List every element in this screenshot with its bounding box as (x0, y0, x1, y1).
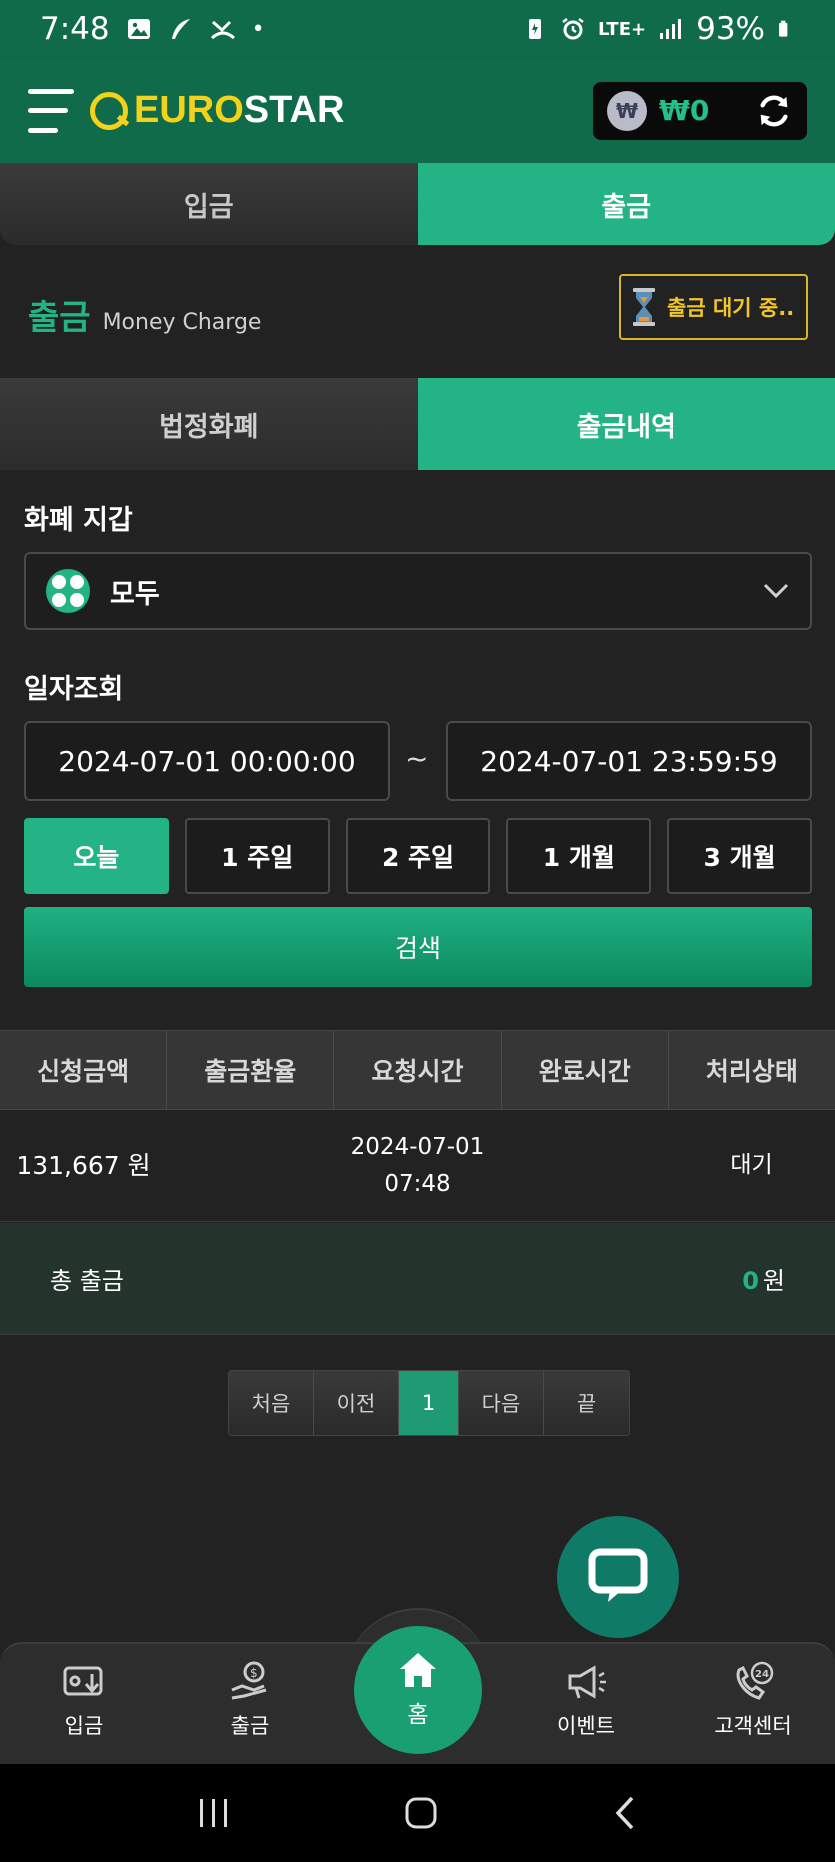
cell-rate (167, 1110, 334, 1221)
tab-deposit[interactable]: 입금 (0, 163, 418, 245)
alarm-icon (562, 18, 584, 40)
period-today-button[interactable]: 오늘 (24, 818, 169, 894)
wallet-balance: ₩ ₩0 (593, 81, 807, 140)
page-next-button[interactable]: 다음 (459, 1371, 544, 1435)
eurostar-logo[interactable]: EURO STAR (90, 89, 344, 132)
cell-request-clock: 07:48 (384, 1170, 451, 1197)
period-1week-button[interactable]: 1 주일 (184, 818, 330, 894)
col-amount: 신청금액 (0, 1031, 168, 1109)
tab-withdraw[interactable]: 출금 (417, 163, 835, 245)
logo-mark-icon (90, 91, 128, 130)
svg-text:24: 24 (755, 1669, 769, 1680)
cell-status: 대기 (730, 1152, 773, 1178)
date-filter-label: 일자조회 (24, 674, 124, 705)
nav-home-label: 홈 (407, 1702, 429, 1728)
total-value: 0원 (742, 1261, 785, 1296)
chevron-down-icon (763, 583, 789, 599)
chat-button[interactable] (557, 1516, 679, 1638)
cell-request-date: 2024-07-01 (350, 1133, 485, 1160)
nav-withdraw[interactable]: $ 출금 (190, 1660, 310, 1740)
deposit-icon (63, 1666, 103, 1696)
page-first-button[interactable]: 처음 (229, 1371, 314, 1435)
nav-support[interactable]: 24 고객센터 (693, 1660, 813, 1740)
wallet-filter-label: 화폐 지갑 (24, 505, 133, 536)
network-type: LTE+ (597, 18, 647, 40)
nav-deposit[interactable]: 입금 (24, 1660, 144, 1740)
tab-fiat[interactable]: 법정화폐 (0, 378, 418, 470)
table-row: 131,667 원 2024-07-01 07:48 대기 (0, 1110, 835, 1222)
period-2week-button[interactable]: 2 주일 (345, 818, 491, 894)
feather-icon (171, 19, 190, 39)
refresh-icon[interactable] (755, 92, 793, 130)
period-3month-button[interactable]: 3 개월 (667, 818, 812, 894)
main-tabs: 입금 출금 (0, 163, 835, 245)
cell-complete-time (501, 1110, 668, 1221)
chat-bubble-icon (588, 1548, 648, 1602)
col-complete-time: 완료시간 (502, 1031, 669, 1109)
wallet-select-value: 모두 (110, 578, 160, 610)
support-24-icon: 24 (736, 1661, 774, 1700)
table-header: 신청금액 출금환율 요청시간 완료시간 처리상태 (0, 1030, 835, 1110)
nav-home[interactable]: 홈 (354, 1626, 482, 1754)
page-subtitle: Money Charge (102, 310, 262, 335)
sub-tabs: 법정화폐 출금내역 (0, 378, 835, 470)
battery-icon (779, 20, 788, 37)
period-buttons: 오늘 1 주일 2 주일 1 개월 3 개월 (24, 818, 812, 894)
gallery-icon (127, 19, 150, 39)
wallet-amount: ₩0 (659, 94, 710, 127)
recent-apps-icon[interactable] (197, 1797, 231, 1829)
nav-withdraw-label: 출금 (230, 1714, 270, 1738)
pagination: 처음 이전 1 다음 끝 (228, 1370, 630, 1436)
page-title-ko: 출금 (28, 298, 91, 338)
signal-icon (660, 19, 682, 39)
page-last-button[interactable]: 끝 (544, 1371, 629, 1435)
won-coin-icon: ₩ (607, 90, 647, 131)
col-request-time: 요청시간 (334, 1031, 502, 1109)
system-nav-bar (0, 1764, 835, 1862)
total-label: 총 출금 (50, 1267, 124, 1295)
withdraw-pending-button[interactable]: 출금 대기 중.. (619, 274, 808, 340)
megaphone-icon (568, 1665, 606, 1699)
svg-text:$: $ (250, 1666, 258, 1680)
start-date-input[interactable]: 2024-07-01 00:00:00 (24, 721, 390, 801)
total-withdraw-row: 총 출금 0원 (0, 1223, 835, 1335)
cell-amount: 131,667 원 (16, 1151, 151, 1180)
grid-dots-icon (46, 569, 90, 613)
page-prev-button[interactable]: 이전 (314, 1371, 399, 1435)
col-status: 처리상태 (705, 1057, 798, 1086)
total-amount: 0 (742, 1267, 759, 1295)
app-header: EURO STAR ₩ ₩0 (0, 58, 835, 163)
nav-event[interactable]: 이벤트 (526, 1660, 646, 1740)
status-time: 7:48 (40, 11, 110, 47)
page-1-button[interactable]: 1 (399, 1371, 459, 1435)
search-button[interactable]: 검색 (24, 907, 812, 987)
cell-request-time: 2024-07-01 07:48 (334, 1110, 501, 1221)
date-separator: ~ (405, 742, 429, 775)
hourglass-icon (633, 288, 655, 326)
nav-deposit-label: 입금 (64, 1714, 104, 1738)
period-1month-button[interactable]: 1 개월 (506, 818, 652, 894)
tab-withdraw-history[interactable]: 출금내역 (417, 378, 835, 470)
battery-saver-icon (528, 19, 541, 39)
end-date-input[interactable]: 2024-07-01 23:59:59 (446, 721, 812, 801)
missed-call-icon (210, 20, 235, 40)
withdraw-money-icon: $ (231, 1661, 267, 1700)
col-rate: 출금환율 (167, 1031, 335, 1109)
battery-percent: 93% (696, 11, 765, 47)
status-dot: • (251, 16, 265, 42)
home-icon (400, 1653, 436, 1687)
status-bar: 7:48 • LTE+ 93% (0, 0, 835, 58)
pending-label: 출금 대기 중.. (667, 296, 795, 320)
nav-event-label: 이벤트 (557, 1714, 615, 1738)
menu-icon[interactable] (28, 88, 74, 133)
nav-support-label: 고객센터 (714, 1714, 792, 1738)
wallet-select[interactable]: 모두 (24, 552, 812, 630)
total-unit: 원 (762, 1267, 785, 1295)
back-icon[interactable] (612, 1795, 638, 1831)
page-title: 출금 Money Charge (28, 290, 261, 339)
home-circle-icon[interactable] (404, 1796, 438, 1830)
